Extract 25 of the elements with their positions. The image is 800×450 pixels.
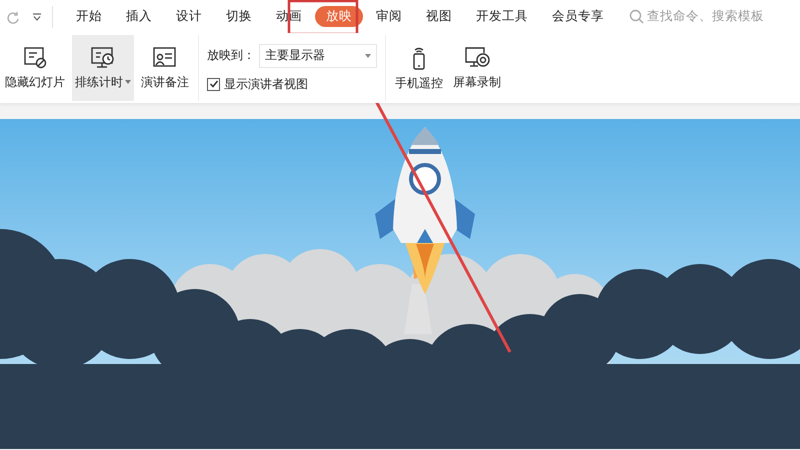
ribbon-tab[interactable]: 视图: [415, 6, 463, 27]
caret-icon: [125, 80, 131, 84]
dropdown-icon[interactable]: [32, 12, 42, 22]
checkbox-label: 显示演讲者视图: [224, 76, 308, 92]
ribbon-button[interactable]: 隐藏幻灯片: [2, 35, 68, 101]
ribbon-tab[interactable]: 开始: [65, 6, 113, 27]
ribbon-button[interactable]: 屏幕录制: [450, 35, 504, 101]
ribbon-tab[interactable]: 会员专享: [541, 6, 615, 27]
display-dropdown[interactable]: 主要显示器: [259, 44, 377, 68]
caret-icon: [365, 54, 371, 58]
ribbon-tab[interactable]: 开发工具: [465, 6, 539, 27]
checkbox[interactable]: [207, 78, 220, 90]
ribbon-button[interactable]: 演讲备注: [138, 35, 192, 101]
screen-record-icon: [463, 46, 491, 70]
play-to-label: 放映到：: [207, 47, 255, 64]
speaker-notes-icon: [152, 46, 178, 70]
ribbon-tab[interactable]: 审阅: [365, 6, 413, 27]
ribbon-tab[interactable]: 插入: [115, 6, 163, 27]
ribbon-button[interactable]: 排练计时: [72, 35, 134, 101]
highlight-frame: [288, 0, 358, 36]
ribbon-tab[interactable]: 设计: [165, 6, 213, 27]
ribbon-tab[interactable]: 切换: [215, 6, 263, 27]
ribbon-tab[interactable]: 动画: [265, 6, 313, 27]
ribbon-button[interactable]: 手机遥控: [392, 35, 446, 101]
slide-hide-icon: [22, 46, 48, 70]
